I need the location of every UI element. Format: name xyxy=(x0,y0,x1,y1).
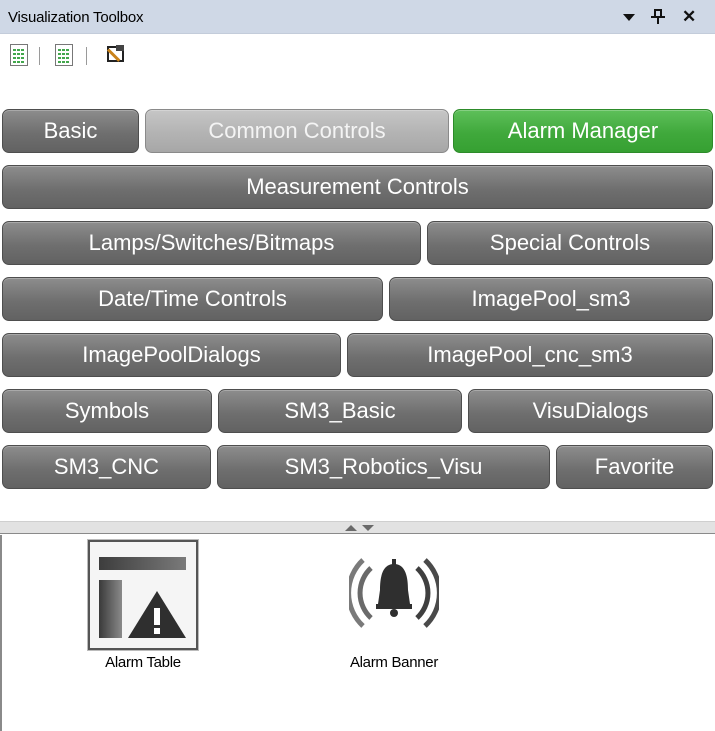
alarm-table-icon xyxy=(88,540,198,650)
toolbox-title-bar: Visualization Toolbox ✕ xyxy=(0,0,715,34)
tab-favorite[interactable]: Favorite xyxy=(556,445,713,489)
item-label: Alarm Banner xyxy=(349,654,439,671)
tab-basic[interactable]: Basic xyxy=(2,109,139,153)
tab-alarm-manager[interactable]: Alarm Manager xyxy=(453,109,713,153)
dropdown-menu-icon[interactable] xyxy=(620,9,638,27)
tab-common-controls[interactable]: Common Controls xyxy=(145,109,449,153)
toolbox-toolbar xyxy=(0,35,715,81)
item-label: Alarm Table xyxy=(105,654,181,671)
image-tool-icon[interactable] xyxy=(105,43,127,65)
tab-imagepool-cnc-sm3[interactable]: ImagePool_cnc_sm3 xyxy=(347,333,713,377)
alarm-banner-icon xyxy=(339,540,449,650)
tab-sm3-basic[interactable]: SM3_Basic xyxy=(218,389,462,433)
toolbox-item-alarm-table[interactable]: Alarm Table xyxy=(88,540,218,680)
tab-special-controls[interactable]: Special Controls xyxy=(427,221,713,265)
window-title: Visualization Toolbox xyxy=(8,9,144,26)
list-view-icon[interactable] xyxy=(10,44,28,66)
grid-view-icon[interactable] xyxy=(55,44,73,66)
toolbar-separator xyxy=(86,47,87,65)
tab-visudialogs[interactable]: VisuDialogs xyxy=(468,389,713,433)
panel-splitter[interactable] xyxy=(0,521,715,534)
tab-sm3-robotics-visu[interactable]: SM3_Robotics_Visu xyxy=(217,445,550,489)
close-icon[interactable]: ✕ xyxy=(682,7,700,26)
pin-icon[interactable] xyxy=(649,9,667,27)
toolbox-items-panel: Alarm Table Alarm Banner xyxy=(0,535,715,731)
tab-date-time-controls[interactable]: Date/Time Controls xyxy=(2,277,383,321)
tab-sm3-cnc[interactable]: SM3_CNC xyxy=(2,445,211,489)
category-tabs: Basic Common Controls Alarm Manager Meas… xyxy=(0,82,715,517)
tab-symbols[interactable]: Symbols xyxy=(2,389,212,433)
tab-measurement-controls[interactable]: Measurement Controls xyxy=(2,165,713,209)
collapse-down-icon[interactable] xyxy=(362,525,374,531)
tab-imagepool-dialogs[interactable]: ImagePoolDialogs xyxy=(2,333,341,377)
tab-imagepool-sm3[interactable]: ImagePool_sm3 xyxy=(389,277,713,321)
tab-lamps-switches-bitmaps[interactable]: Lamps/Switches/Bitmaps xyxy=(2,221,421,265)
collapse-up-icon[interactable] xyxy=(345,525,357,531)
toolbox-item-alarm-banner[interactable]: Alarm Banner xyxy=(339,540,469,680)
toolbar-separator xyxy=(39,47,40,65)
